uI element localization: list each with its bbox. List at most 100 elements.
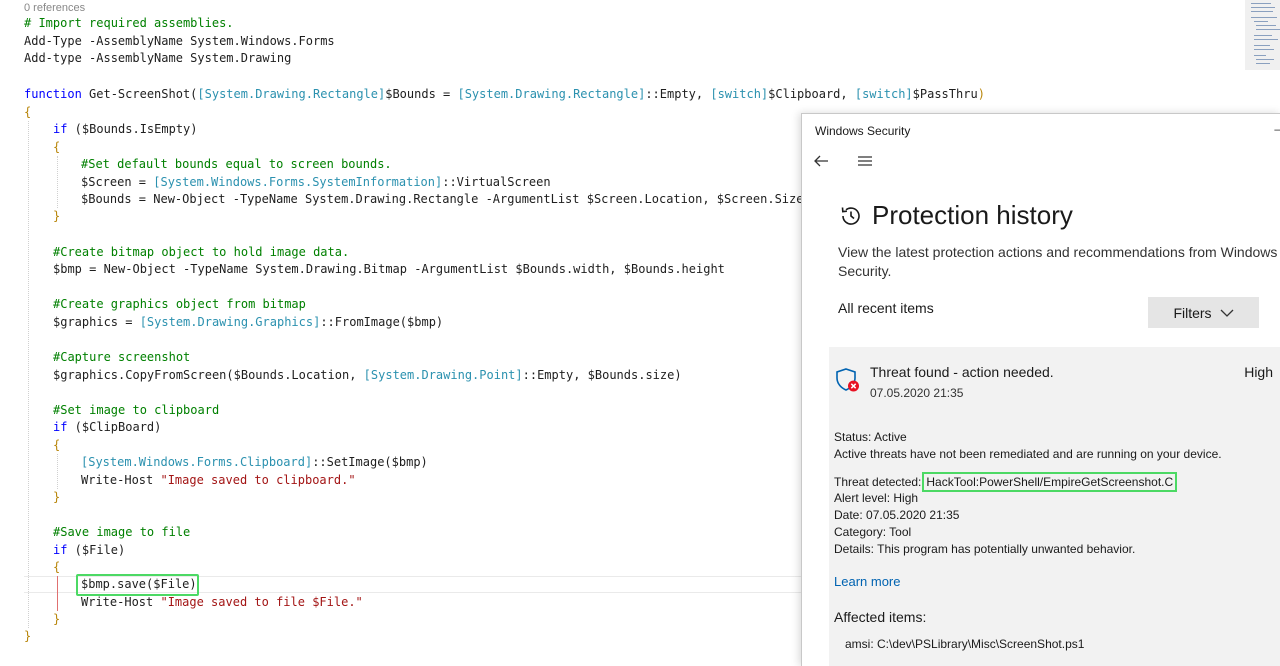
threat-detected-row: Threat detected: HackTool:PowerShell/Empi… xyxy=(834,472,1178,492)
code-line: # Import required assemblies. xyxy=(24,15,234,32)
member: ::VirtualScreen xyxy=(442,175,551,189)
code-line: Add-Type -AssemblyName System.Windows.Fo… xyxy=(24,34,335,48)
open-brace: { xyxy=(53,140,61,154)
details-label: Details: xyxy=(834,542,875,556)
status-value: Active xyxy=(874,430,907,444)
minimap-line xyxy=(1251,11,1273,12)
close-brace: } xyxy=(53,490,61,504)
param: $PassThru xyxy=(912,87,978,101)
condition: ($Bounds.IsEmpty) xyxy=(67,122,198,136)
filters-label: Filters xyxy=(1173,304,1212,321)
minimap-line xyxy=(1256,25,1276,26)
type: [System.Windows.Forms.Clipboard] xyxy=(81,455,313,469)
windows-security-window: Windows Security – Protection history Vi… xyxy=(801,113,1280,666)
keyword: if xyxy=(53,543,68,557)
filters-button[interactable]: Filters xyxy=(1148,297,1259,328)
minimap-line xyxy=(1251,7,1275,8)
condition: ($ClipBoard) xyxy=(67,420,162,434)
function-signature-line: function Get-ScreenShot([System.Drawing.… xyxy=(24,86,985,103)
alert-level-label: Alert level: xyxy=(834,491,891,505)
page-title-text: Protection history xyxy=(872,200,1073,230)
keyword: if xyxy=(53,122,68,136)
hamburger-menu-icon[interactable] xyxy=(856,152,874,175)
code-line: if ($Bounds.IsEmpty) xyxy=(53,121,198,138)
minimap-line xyxy=(1251,17,1277,18)
chevron-down-icon xyxy=(1220,309,1234,317)
code-line: if ($File) xyxy=(53,542,125,559)
date-label: Date: xyxy=(834,508,863,522)
code-line: Write-Host "Image saved to file $File." xyxy=(81,594,363,611)
comment: #Set image to clipboard xyxy=(53,403,220,417)
comment: #Create bitmap object to hold image data… xyxy=(53,245,350,259)
close-brace: } xyxy=(53,612,61,626)
comment: #Save image to file xyxy=(53,525,191,539)
call: Write-Host xyxy=(81,595,161,609)
code-minimap[interactable] xyxy=(1245,0,1280,70)
shield-alert-icon xyxy=(835,367,861,398)
code-line: if ($ClipBoard) xyxy=(53,419,161,436)
code-line: $Screen = [System.Windows.Forms.SystemIn… xyxy=(81,174,551,191)
code-line: Write-Host "Image saved to clipboard." xyxy=(81,472,356,489)
type: [System.Drawing.Point] xyxy=(363,368,523,382)
threat-severity: High xyxy=(1244,364,1273,380)
code-line: [System.Windows.Forms.Clipboard]::SetIma… xyxy=(81,454,428,471)
string: "Image saved to file $File." xyxy=(160,595,363,609)
code-line: $bmp = New-Object -TypeName System.Drawi… xyxy=(53,262,725,276)
code-line: Add-type -AssemblyName System.Drawing xyxy=(24,51,292,65)
var: $graphics = xyxy=(53,315,140,329)
type: [System.Drawing.Rectangle] xyxy=(457,87,646,101)
minimap-line xyxy=(1256,29,1280,30)
page-title: Protection history xyxy=(838,200,1073,231)
close-brace: } xyxy=(24,629,32,643)
minimap-line xyxy=(1254,39,1278,40)
close-brace: } xyxy=(53,209,61,223)
type: [System.Drawing.Graphics] xyxy=(139,315,321,329)
code-highlight-box xyxy=(76,574,199,596)
minimap-line xyxy=(1254,21,1268,22)
keyword: if xyxy=(53,420,68,434)
open-brace: { xyxy=(53,560,61,574)
status-detail: Active threats have not been remediated … xyxy=(834,447,1222,461)
status-row: Status: Active xyxy=(834,429,907,445)
minimap-line xyxy=(1251,3,1271,4)
param: ::Empty, xyxy=(645,87,711,101)
indent-guide xyxy=(28,121,29,628)
type: [switch] xyxy=(710,87,769,101)
type: [System.Drawing.Rectangle] xyxy=(197,87,386,101)
open-brace: { xyxy=(53,438,61,452)
call: $graphics.CopyFromScreen($Bounds.Locatio… xyxy=(53,368,364,382)
date-row: Date: 07.05.2020 21:35 xyxy=(834,507,959,523)
indent-guide xyxy=(57,156,58,208)
details-value: This program has potentially unwanted be… xyxy=(877,542,1136,556)
code-line: $graphics.CopyFromScreen($Bounds.Locatio… xyxy=(53,367,682,384)
category-label: Category: xyxy=(834,525,887,539)
back-arrow-icon[interactable] xyxy=(812,152,830,175)
category-value: Tool xyxy=(889,525,912,539)
recent-items-label: All recent items xyxy=(838,300,934,316)
minimize-button[interactable]: – xyxy=(1274,122,1280,136)
threat-detected-label: Threat detected: xyxy=(834,475,922,489)
type: [switch] xyxy=(854,87,913,101)
category-row: Category: Tool xyxy=(834,524,911,540)
type: [System.Windows.Forms.SystemInformation] xyxy=(153,175,443,189)
member: ::Empty, $Bounds.size) xyxy=(522,368,682,382)
comment: #Set default bounds equal to screen boun… xyxy=(81,157,392,171)
minimap-line xyxy=(1254,55,1266,56)
comment: # Import required assemblies. xyxy=(24,16,234,30)
minimap-line xyxy=(1254,49,1274,50)
open-brace: { xyxy=(24,105,32,119)
member: ::SetImage($bmp) xyxy=(312,455,428,469)
threat-date: 07.05.2020 21:35 xyxy=(870,386,964,400)
status-label: Status: xyxy=(834,430,872,444)
comment: #Capture screenshot xyxy=(53,350,191,364)
minimap-line xyxy=(1256,59,1274,60)
condition: ($File) xyxy=(67,543,126,557)
affected-item-path: amsi: C:\dev\PSLibrary\Misc\ScreenShot.p… xyxy=(845,637,1085,651)
code-line: $Bounds = New-Object -TypeName System.Dr… xyxy=(81,192,804,206)
threat-card[interactable]: Threat found - action needed. 07.05.2020… xyxy=(829,347,1280,666)
paren: ) xyxy=(977,87,985,101)
learn-more-link[interactable]: Learn more xyxy=(834,574,900,589)
var: $Screen = xyxy=(81,175,154,189)
string: "Image saved to clipboard." xyxy=(160,473,356,487)
history-icon xyxy=(841,206,860,225)
